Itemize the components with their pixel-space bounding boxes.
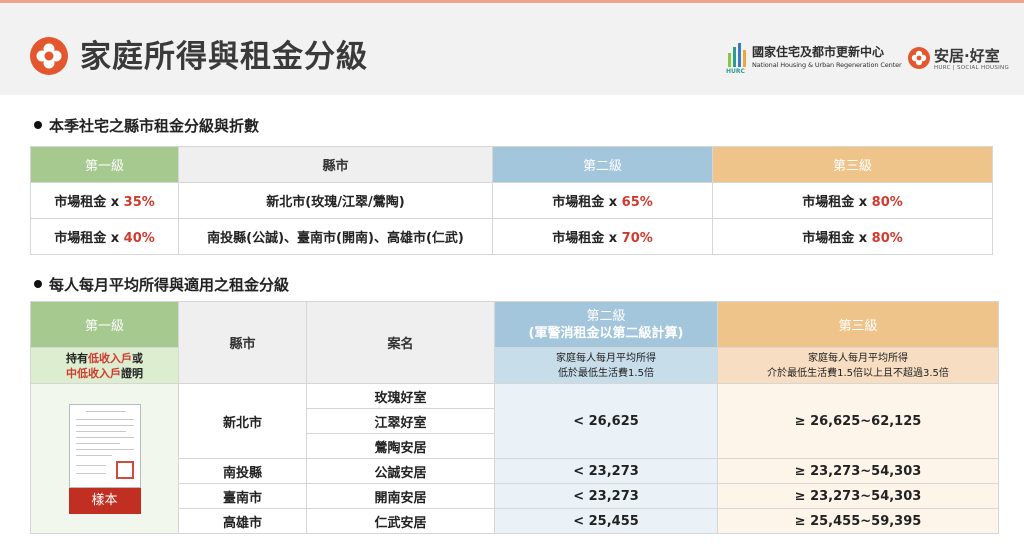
header-project: 案名: [306, 301, 495, 384]
tier2-income-cell: < 23,273: [494, 458, 718, 484]
subheader-text: 家庭每人每月平均所得: [808, 352, 908, 364]
tier3-income-cell: ≥ 23,273~54,303: [717, 458, 999, 484]
page-header: 家庭所得與租金分級 HURC 國家住宅及都市更新中心 National Hous…: [0, 3, 1024, 95]
hurc-abbr: HURC: [726, 68, 745, 75]
income-tier-table: 第一級 縣市 案名 第二級 (軍警消租金以第二級計算) 第三級 持有低收入戶或 …: [30, 301, 999, 534]
section2-title-text: 每人每月平均所得與適用之租金分級: [49, 276, 290, 294]
subheader-highlight: 低收入戶: [88, 351, 132, 365]
tier3-income-cell: ≥ 25,455~59,395: [717, 508, 999, 534]
table-header-row: 第一級 縣市 第二級 第三級: [30, 146, 993, 183]
subheader-tier2: 家庭每人每月平均所得 低於最低生活費1.5倍: [494, 347, 718, 384]
header-tier2: 第二級 (軍警消租金以第二級計算): [494, 301, 718, 348]
red-stamp-icon: [115, 460, 134, 479]
hurc-name-cn: 國家住宅及都市更新中心: [752, 45, 885, 59]
cell-percent: 80%: [871, 195, 903, 210]
city-cell: 高雄市: [178, 508, 307, 534]
project-cell: 仁武安居: [306, 508, 495, 534]
table-row: 市場租金 x 40% 南投縣(公誠)、臺南市(開南)、高雄市(仁武) 市場租金 …: [30, 218, 993, 255]
flower-logo-icon: [30, 37, 68, 75]
city-cell: 新北市: [178, 383, 307, 459]
section1-title: 本季社宅之縣市租金分級與折數: [34, 115, 259, 136]
project-cell: 玫瑰好室: [306, 383, 495, 409]
rent-tier-table: 第一級 縣市 第二級 第三級 市場租金 x 35% 新北市(玫瑰/江翠/鶯陶) …: [30, 146, 993, 255]
brand-sub: HURC | SOCIAL HOUSING: [934, 65, 1010, 71]
tier1-cell: 市場租金 x 40%: [30, 218, 179, 255]
city-cell: 新北市(玫瑰/江翠/鶯陶): [178, 182, 493, 219]
tier2-income-cell: < 26,625: [494, 383, 718, 459]
header-tier3: 第三級: [712, 146, 993, 183]
header-tier2: 第二級: [492, 146, 713, 183]
bullet-icon: [34, 121, 42, 129]
project-cell: 江翠好室: [306, 408, 495, 434]
subheader-text: 持有: [66, 351, 88, 365]
tier3-cell: 市場租金 x 80%: [712, 182, 993, 219]
project-cell: 鶯陶安居: [306, 433, 495, 459]
subheader-text: 家庭每人每月平均所得: [556, 352, 656, 364]
header-city: 縣市: [178, 146, 493, 183]
subheader-highlight: 中低收入戶: [66, 366, 121, 380]
cell-percent: 40%: [123, 231, 155, 246]
header-tier2-line1: 第二級: [586, 308, 626, 324]
cell-percent: 35%: [123, 195, 155, 210]
subheader-tier1: 持有低收入戶或 中低收入戶證明: [30, 347, 179, 384]
section2-title: 每人每月平均所得與適用之租金分級: [34, 274, 289, 295]
tier3-income-cell: ≥ 23,273~54,303: [717, 483, 999, 509]
header-tier1: 第一級: [30, 301, 179, 348]
header-city: 縣市: [178, 301, 307, 384]
table-row: 樣本 新北市 玫瑰好室 < 26,625 ≥ 26,625~62,125: [30, 383, 999, 534]
certificate-document-icon: [68, 403, 141, 488]
cell-percent: 70%: [621, 231, 653, 246]
brand-logo: 安居·好室 HURC | SOCIAL HOUSING: [908, 43, 1010, 75]
anju-logo-icon: [908, 47, 930, 69]
tier2-income-cell: < 23,273: [494, 483, 718, 509]
cell-prefix: 市場租金 x: [802, 195, 872, 210]
subheader-tier3: 家庭每人每月平均所得 介於最低生活費1.5倍以上且不超過3.5倍: [717, 347, 999, 384]
city-cell: 臺南市: [178, 483, 307, 509]
cell-prefix: 市場租金 x: [54, 195, 124, 210]
section1-title-text: 本季社宅之縣市租金分級與折數: [49, 117, 260, 135]
project-cell: 公誠安居: [306, 458, 495, 484]
hurc-name-en: National Housing & Urban Regeneration Ce…: [752, 61, 902, 69]
cell-prefix: 市場租金 x: [552, 195, 622, 210]
page-title: 家庭所得與租金分級: [80, 39, 368, 75]
subheader-text: 證明: [121, 366, 143, 380]
tier1-cell: 市場租金 x 35%: [30, 182, 179, 219]
city-cell: 南投縣: [178, 458, 307, 484]
bullet-icon: [34, 280, 42, 288]
cell-percent: 65%: [621, 195, 653, 210]
subheader-text: 介於最低生活費1.5倍以上且不超過3.5倍: [767, 367, 949, 379]
cell-prefix: 市場租金 x: [802, 231, 872, 246]
subheader-text: 低於最低生活費1.5倍: [558, 367, 654, 379]
table-subheader-row: 持有低收入戶或 中低收入戶證明 家庭每人每月平均所得 低於最低生活費1.5倍 家…: [30, 347, 999, 384]
cell-percent: 80%: [871, 231, 903, 246]
cell-prefix: 市場租金 x: [552, 231, 622, 246]
tier3-cell: 市場租金 x 80%: [712, 218, 993, 255]
project-cell: 開南安居: [306, 483, 495, 509]
table-row: 市場租金 x 35% 新北市(玫瑰/江翠/鶯陶) 市場租金 x 65% 市場租金…: [30, 182, 993, 219]
tier2-cell: 市場租金 x 65%: [492, 182, 713, 219]
hurc-logo: HURC 國家住宅及都市更新中心 National Housing & Urba…: [726, 41, 906, 75]
brand-name: 安居·好室: [934, 47, 1000, 65]
header-tier3: 第三級: [717, 301, 999, 348]
tier2-income-cell: < 25,455: [494, 508, 718, 534]
sample-certificate-cell: 樣本: [30, 383, 179, 534]
tier3-income-cell: ≥ 26,625~62,125: [717, 383, 999, 459]
header-tier1: 第一級: [30, 146, 179, 183]
table-header-row: 第一級 縣市 案名 第二級 (軍警消租金以第二級計算) 第三級: [30, 301, 999, 384]
header-tier2-line2: (軍警消租金以第二級計算): [528, 325, 684, 341]
subheader-text: 或: [132, 351, 143, 365]
sample-label: 樣本: [68, 487, 141, 514]
city-cell: 南投縣(公誠)、臺南市(開南)、高雄市(仁武): [178, 218, 493, 255]
cell-prefix: 市場租金 x: [54, 231, 124, 246]
tier2-cell: 市場租金 x 70%: [492, 218, 713, 255]
